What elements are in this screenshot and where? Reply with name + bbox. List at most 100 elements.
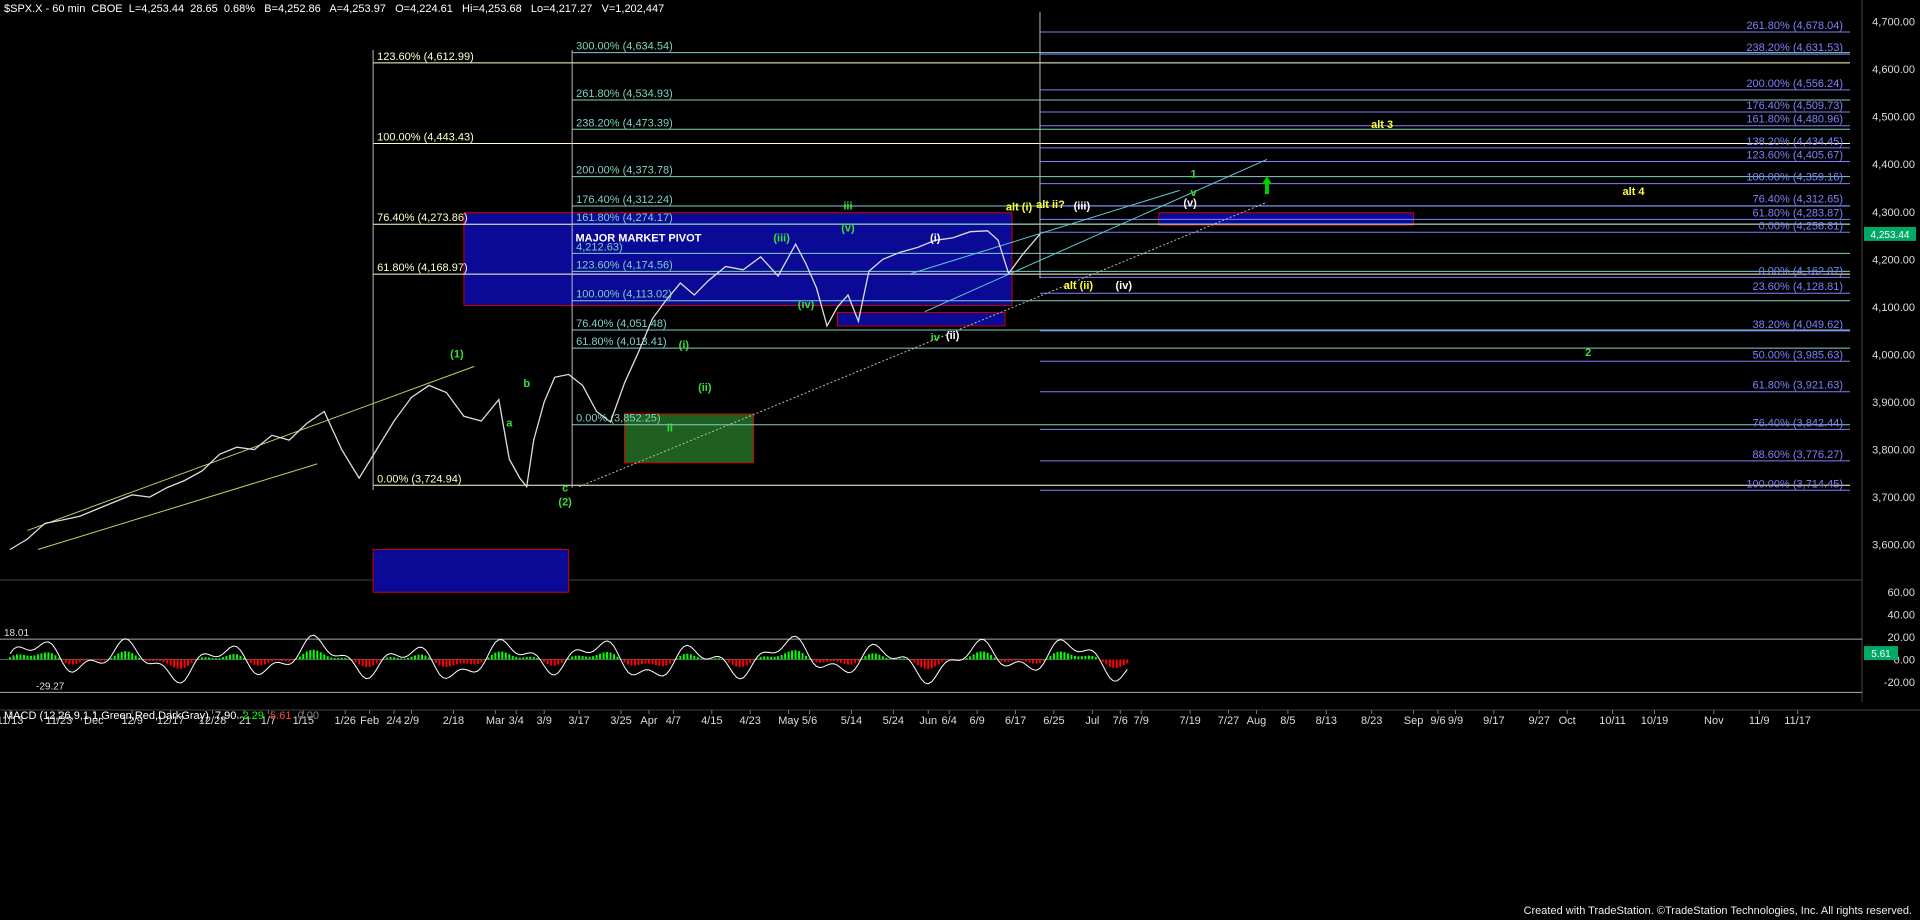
- macd-tick-label: 60.00: [1887, 587, 1915, 599]
- y-tick-label: 3,700.00: [1872, 492, 1915, 504]
- y-tick-label: 4,200.00: [1872, 254, 1915, 266]
- x-tick-label: 7/9: [1134, 715, 1149, 727]
- x-tick-label: 10/11: [1599, 715, 1626, 727]
- x-tick-label: Sep: [1404, 715, 1424, 727]
- macd-value-4: 0.00: [297, 710, 319, 722]
- x-tick-label: 8/23: [1361, 715, 1382, 727]
- fib-right-label: 23.60% (4,128.81): [1753, 281, 1844, 293]
- fib-left-label: 123.60% (4,612.99): [377, 51, 474, 63]
- fib-mid-label: 176.40% (4,312.24): [576, 194, 673, 206]
- wave-label: (iii): [773, 232, 790, 244]
- wave-label: alt (ii): [1064, 280, 1094, 292]
- fib-right-label: 100.00% (3,714.45): [1746, 478, 1843, 490]
- x-tick-label: Apr: [640, 715, 657, 727]
- footer-credit: Created with TradeStation. ©TradeStation…: [1523, 905, 1912, 917]
- macd-high-marker: 18.01: [4, 628, 29, 639]
- wave-label: (v): [841, 223, 855, 235]
- up-arrow-icon: [1261, 176, 1272, 195]
- fib-left-label: 100.00% (4,443.43): [377, 132, 474, 144]
- macd-value-1: 7.90: [214, 710, 237, 722]
- fib-mid-label: 61.80% (4,013.41): [576, 336, 667, 348]
- fib-right-label: 50.00% (3,985.63): [1753, 349, 1844, 361]
- x-tick-label: Feb: [360, 715, 379, 727]
- fib-right-label: 38.20% (4,049.62): [1753, 319, 1844, 331]
- x-tick-label: 3/4: [509, 715, 524, 727]
- major-market-pivot-box: [463, 212, 1013, 306]
- wave-label: ii: [667, 423, 673, 435]
- wave-label: (ii): [946, 330, 960, 342]
- x-tick-label: 11/17: [1784, 715, 1811, 727]
- channel-lower: [37, 463, 318, 550]
- macd-tick-label: 20.00: [1887, 632, 1915, 644]
- fib-right-label: 61.80% (3,921.63): [1753, 380, 1844, 392]
- x-tick-label: 2/9: [404, 715, 419, 727]
- fib-right-label: 76.40% (4,312.65): [1753, 194, 1844, 206]
- lower-target-box: [372, 548, 570, 593]
- x-tick-label: 5/6: [802, 715, 817, 727]
- fib-right-label: 176.40% (4,509.73): [1746, 100, 1843, 112]
- wave-label: alt 4: [1623, 186, 1646, 198]
- fib-mid-label: 76.40% (4,051.48): [576, 318, 667, 330]
- y-tick-label: 4,500.00: [1872, 112, 1915, 124]
- wave-label: alt (i): [1006, 201, 1033, 213]
- fib-left-label: 0.00% (3,724.94): [377, 473, 461, 485]
- fib-mid-label: 238.20% (4,473.39): [576, 117, 673, 129]
- wave-label: MAJOR MARKET PIVOT: [576, 232, 702, 244]
- fib-right-label: 88.60% (3,776.27): [1753, 449, 1844, 461]
- wave-label: (iv): [1116, 280, 1133, 292]
- x-tick-label: 4/23: [739, 715, 760, 727]
- fib-right-label: 61.80% (4,283.87): [1753, 207, 1844, 219]
- y-tick-label: 4,100.00: [1872, 302, 1915, 314]
- x-tick-label: 8/5: [1280, 715, 1295, 727]
- fib-right-label: 238.20% (4,631.53): [1746, 42, 1843, 54]
- x-tick-label: 1/26: [334, 715, 355, 727]
- y-tick-label: 4,000.00: [1872, 349, 1915, 361]
- last-price-label: 4,253.44: [1871, 230, 1910, 241]
- wave-label: alt 3: [1371, 119, 1393, 131]
- wave-label: (ii): [698, 382, 712, 394]
- wave-label: c: [562, 482, 568, 494]
- wave-label: alt ii?: [1036, 199, 1065, 211]
- x-tick-label: 4/7: [666, 715, 681, 727]
- wave-label: (i): [930, 232, 941, 244]
- fib-mid-label: 300.00% (4,634.54): [576, 41, 673, 53]
- fib-right-label: 0.00% (4,162.07): [1759, 265, 1843, 277]
- x-tick-label: 2/4: [386, 715, 401, 727]
- x-tick-label: 7/27: [1218, 715, 1239, 727]
- macd-label: MACD (12,26,9,1,1,Green,Red,DarkGray): [4, 710, 209, 722]
- fib-mid-label: 261.80% (4,534.93): [576, 88, 673, 100]
- x-tick-label: Mar: [486, 715, 505, 727]
- wave-label: (i): [679, 339, 690, 351]
- x-tick-label: 9/6: [1430, 715, 1445, 727]
- x-tick-label: 3/9: [537, 715, 552, 727]
- wave-label: 1: [1191, 169, 1197, 181]
- fib-right-label: 100.00% (4,359.16): [1746, 172, 1843, 184]
- wave-label: (2): [558, 497, 572, 509]
- fib-right-label: 138.20% (4,434.45): [1746, 136, 1843, 148]
- fib-right-label: 76.40% (3,842.44): [1753, 417, 1844, 429]
- channel-upper: [27, 365, 475, 531]
- fib-mid-label: 161.80% (4,274.17): [576, 212, 673, 224]
- wave-label: 2: [1585, 347, 1591, 359]
- y-tick-label: 3,800.00: [1872, 445, 1915, 457]
- x-tick-label: 3/25: [610, 715, 631, 727]
- macd-value-3: 5.61: [270, 710, 292, 722]
- fib-right-label: 200.00% (4,556.24): [1746, 78, 1843, 90]
- macd-last-label: 5.61: [1871, 649, 1891, 660]
- x-tick-label: 6/25: [1043, 715, 1064, 727]
- macd-tick-label: 40.00: [1887, 609, 1915, 621]
- y-tick-label: 4,600.00: [1872, 64, 1915, 76]
- fib-mid-label: 100.00% (4,113.02): [576, 289, 672, 301]
- x-tick-label: Nov: [1704, 715, 1724, 727]
- price-chart[interactable]: 4,700.00 4,600.00 4,500.00 4,400.00 4,300.00…: [0, 0, 1920, 920]
- x-tick-label: 9/17: [1483, 715, 1504, 727]
- fib-right-label: 0.00% (4,256.81): [1759, 220, 1843, 232]
- macd-header: MACD (12,26,9,1,1,Green,Red,DarkGray) 7.…: [4, 710, 319, 722]
- fib-mid-label: 0.00% (3,852.25): [576, 413, 660, 425]
- x-tick-label: 9/9: [1448, 715, 1463, 727]
- y-tick-label: 3,900.00: [1872, 397, 1915, 409]
- fib-right-label: 261.80% (4,678.04): [1746, 20, 1843, 32]
- y-tick-label: 4,400.00: [1872, 159, 1915, 171]
- x-tick-label: 11/9: [1749, 715, 1770, 727]
- wave-label: a: [506, 418, 513, 430]
